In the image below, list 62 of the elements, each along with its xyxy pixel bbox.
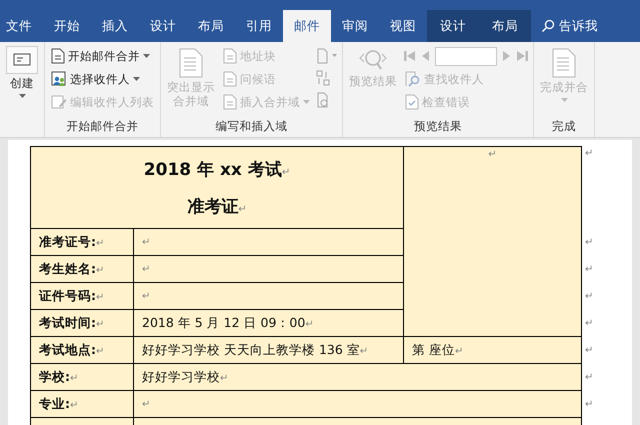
paragraph-mark: ↵ — [142, 264, 150, 274]
field-label: 准考证号:↵ — [39, 234, 104, 250]
ribbon-tab[interactable]: 文件 — [0, 10, 43, 42]
caret-icon — [143, 54, 150, 58]
search-icon — [405, 71, 421, 87]
field-label: 证件号码:↵ — [39, 288, 104, 304]
ribbon-tab[interactable]: 邮件 — [283, 10, 331, 42]
field-value: 好好学习学校 天天向上教学楼 136 室↵ — [142, 342, 368, 358]
edit-icon — [51, 94, 67, 110]
row-end-mark: ↵ — [585, 399, 594, 410]
caret-icon — [560, 98, 568, 102]
paragraph-mark: ↵ — [142, 290, 150, 302]
ribbon-tab[interactable]: 审阅 — [331, 10, 379, 42]
document-icon — [51, 48, 65, 64]
document-icon — [223, 71, 237, 87]
field-value: 好好学习学校↵ — [142, 368, 228, 386]
ribbon-tab[interactable]: 开始 — [43, 10, 91, 42]
paragraph-mark: ↵ — [142, 236, 150, 248]
people-icon — [51, 71, 67, 87]
group-label: 完成 — [551, 119, 577, 135]
document-subtitle: 准考证↵ — [187, 196, 247, 218]
ribbon-tab[interactable]: 插入 — [91, 10, 139, 42]
check-document-icon — [405, 94, 419, 110]
row-end-mark: ↵ — [585, 318, 594, 329]
document-icon — [223, 94, 237, 110]
document-title: 2018 年 xx 考试↵ — [144, 158, 290, 180]
row-end-mark: ↵ — [585, 291, 594, 302]
field-label: 学校:↵ — [39, 368, 78, 386]
ribbon-tab[interactable]: 设计 — [427, 10, 479, 42]
group-label: 开始邮件合并 — [66, 119, 140, 135]
paragraph-mark: ↵ — [488, 149, 497, 160]
field-label: 考试时间:↵ — [39, 314, 104, 332]
document-icon — [223, 48, 237, 64]
caret-icon — [133, 77, 140, 81]
row-end-mark: ↵ — [585, 264, 594, 275]
ribbon-button[interactable]: 开始邮件合并 — [49, 46, 156, 66]
ribbon-button[interactable]: 选择收件人 — [49, 69, 156, 89]
ribbon-tab[interactable]: 设计 — [139, 10, 187, 42]
ribbon-tab[interactable]: 布局 — [479, 10, 531, 42]
envelope-icon — [6, 46, 38, 74]
caret-icon — [303, 100, 310, 104]
field-value: 第 座位↵ — [412, 342, 464, 358]
field-label: 专业:↵ — [39, 396, 78, 412]
group-label: 预览结果 — [413, 119, 463, 135]
paragraph-mark: ↵ — [142, 398, 150, 410]
row-end-mark: ↵ — [585, 372, 594, 383]
group-label: 编写和插入域 — [214, 119, 288, 135]
ribbon-tab[interactable]: 引用 — [235, 10, 283, 42]
field-label: 考生姓名:↵ — [39, 260, 104, 278]
document-icon — [179, 48, 203, 78]
ribbon-button[interactable]: 创建 — [4, 46, 40, 137]
row-end-mark: ↵ — [585, 345, 594, 356]
ribbon-tab[interactable]: 视图 — [379, 10, 427, 42]
document-icon — [552, 48, 576, 78]
search-icon — [541, 19, 555, 33]
field-value: 2018 年 5 月 12 日 09：00↵ — [142, 314, 314, 332]
caret-icon — [18, 94, 26, 98]
field-label: 考试地点:↵ — [39, 342, 104, 358]
row-end-mark: ↵ — [585, 148, 594, 159]
tell-me-field[interactable]: 告诉我 — [559, 18, 598, 34]
row-end-mark: ↵ — [585, 237, 594, 248]
ribbon-tab[interactable]: 布局 — [187, 10, 235, 42]
